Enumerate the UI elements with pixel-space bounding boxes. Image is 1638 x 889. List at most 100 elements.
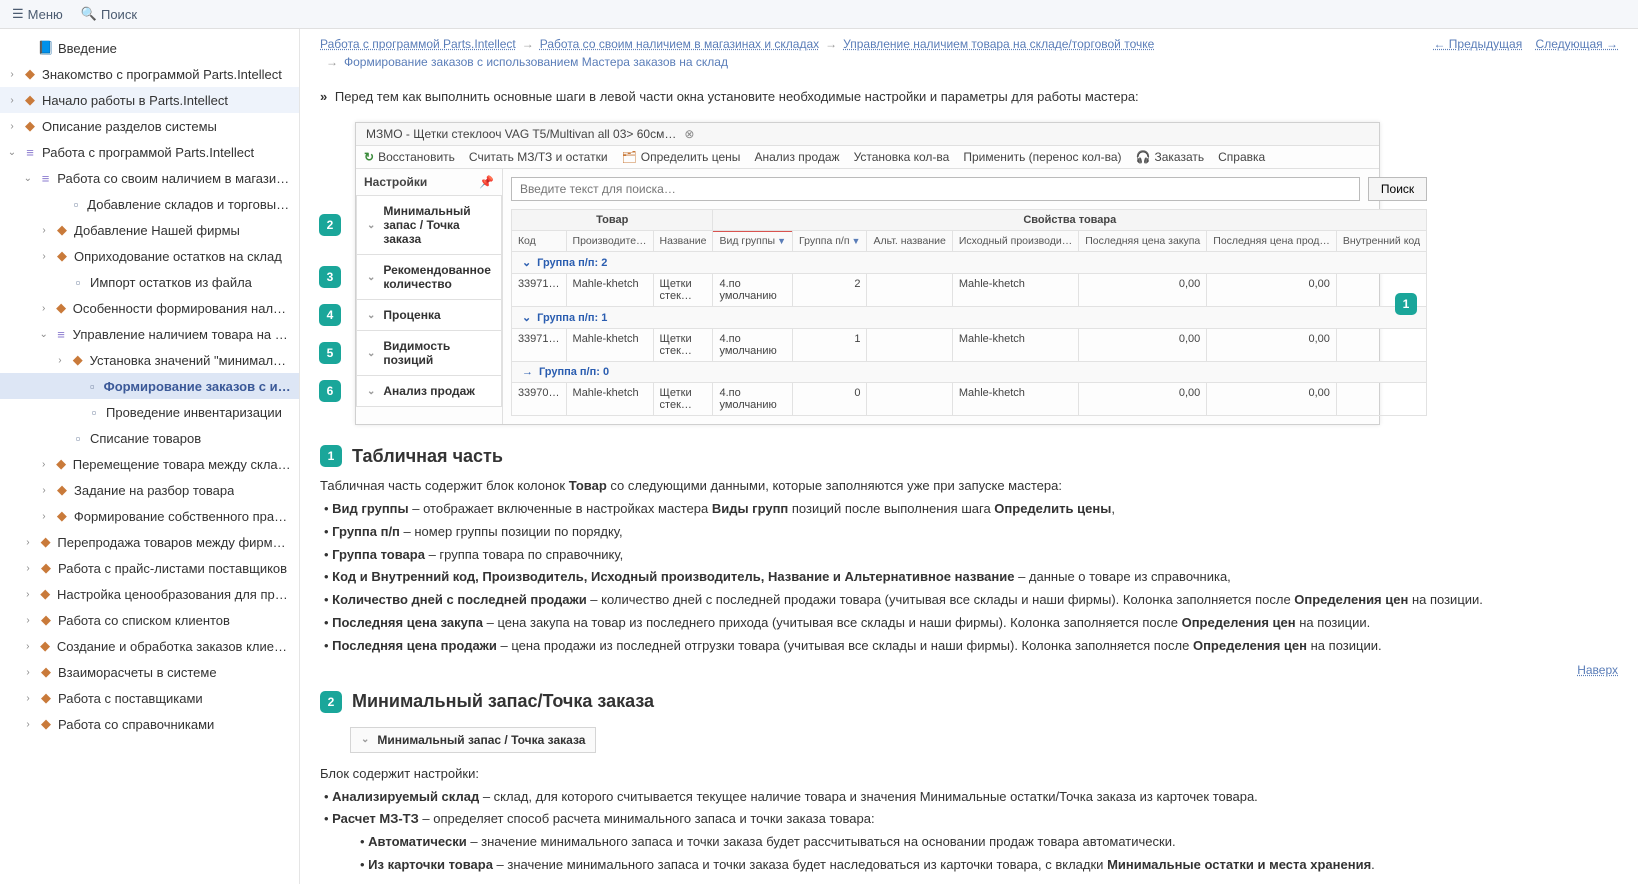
grid-data-row[interactable]: 33971…Mahle-khetchЩетки стек…4.по умолча… [511,274,1426,307]
grid-col-4[interactable]: Группа п/п▼ [793,231,867,252]
toolbar-3[interactable]: Анализ продаж [754,150,839,164]
sidebar-item-14[interactable]: ▫Проведение инвентаризации [0,399,299,425]
content-pane: Работа с программой Parts.Intellect → Рабо… [300,29,1638,884]
section-1-body: Табличная часть содержит блок колонок То… [320,477,1618,656]
layers-icon: ◆ [54,248,70,264]
expand-arrow-icon: › [54,355,66,366]
filter-icon[interactable]: ▼ [777,236,786,246]
toolbar-6[interactable]: 🎧Заказать [1136,150,1205,164]
toolbar-label: Считать МЗ/ТЗ и остатки [469,150,608,164]
breadcrumb-wrap: Работа с программой Parts.Intellect → Рабо… [320,37,1154,73]
accordion-item-3[interactable]: 5⌄Видимость позиций [356,330,502,376]
layers-icon: ◆ [54,482,70,498]
sidebar-item-13[interactable]: ▫Формирование заказов с испол [0,373,299,399]
grid-col-9[interactable]: Внутренний код [1336,231,1426,252]
sidebar-item-18[interactable]: ›◆Формирование собственного прайс- [0,503,299,529]
sidebar-item-2[interactable]: ›◆Начало работы в Parts.Intellect [0,87,299,113]
settings-header: Настройки 📌 [356,169,502,196]
chevron-down-icon: ⌄ [367,272,375,283]
search-button[interactable]: 🔍 Поиск [81,6,137,22]
sidebar-item-10[interactable]: ›◆Особенности формирования наличия [0,295,299,321]
grid-search-button[interactable]: Поиск [1368,177,1427,201]
accordion-item-0[interactable]: 2⌄Минимальный запас / Точка заказа [356,195,502,255]
sidebar-item-1[interactable]: ›◆Знакомство с программой Parts.Intellec… [0,61,299,87]
doc-icon: ▫ [70,274,86,290]
sidebar-item-16[interactable]: ›◆Перемещение товара между складам [0,451,299,477]
sidebar-item-5[interactable]: ⌄≡Работа со своим наличием в магазинах [0,165,299,191]
filter-icon[interactable]: ▼ [852,236,861,246]
sidebar-item-label: Работа со своим наличием в магазинах [57,171,291,186]
sidebar-item-11[interactable]: ⌄≡Управление наличием товара на скла [0,321,299,347]
section-2-body: Блок содержит настройки:• Анализируемый … [320,765,1618,884]
sidebar-item-0[interactable]: 📘Введение [0,35,299,61]
callout-badge-4: 4 [319,304,341,326]
sidebar-item-26[interactable]: ›◆Работа со справочниками [0,711,299,737]
grid-col-1[interactable]: Производите… [566,231,653,252]
grid-group-row[interactable]: ⌄Группа п/п: 1 [511,307,1426,329]
sidebar-item-9[interactable]: ▫ Импорт остатков из файла [0,269,299,295]
breadcrumb-link-0[interactable]: Работа с программой Parts.Intellect [320,37,516,51]
sidebar-item-3[interactable]: ›◆Описание разделов системы [0,113,299,139]
callout-badge-5: 5 [319,342,341,364]
layers-icon: ◆ [38,534,54,550]
sidebar-item-25[interactable]: ›◆Работа с поставщиками [0,685,299,711]
sidebar-item-6[interactable]: ▫Добавление складов и торговых точе [0,191,299,217]
sidebar-item-22[interactable]: ›◆Работа со списком клиентов [0,607,299,633]
toolbar-1[interactable]: Считать МЗ/ТЗ и остатки [469,150,608,164]
accordion-item-1[interactable]: 3⌄Рекомендованное количество [356,254,502,300]
grid-col-0[interactable]: Код [511,231,566,252]
sidebar-item-label: Импорт остатков из файла [90,275,252,290]
callout-badge-6: 6 [319,380,341,402]
expand-arrow-icon: › [38,225,50,236]
up-link[interactable]: Наверх [1577,663,1618,677]
sidebar-item-7[interactable]: ›◆Добавление Нашей фирмы [0,217,299,243]
toolbar-4[interactable]: Установка кол-ва [854,150,950,164]
toolbar-5[interactable]: Применить (перенос кол-ва) [963,150,1121,164]
toolbar-2[interactable]: 🗂Определить цены [622,150,741,164]
sidebar-item-4[interactable]: ⌄≡Работа с программой Parts.Intellect [0,139,299,165]
accordion-item-2[interactable]: 4⌄Проценка [356,299,502,331]
sidebar-item-15[interactable]: ▫Списание товаров [0,425,299,451]
grid-group-row[interactable]: →Группа п/п: 0 [511,362,1426,383]
sidebar-item-24[interactable]: ›◆Взаиморасчеты в системе [0,659,299,685]
grid-col-6[interactable]: Исходный производи… [952,231,1078,252]
breadcrumb-link-2[interactable]: Управление наличием товара на складе/тор… [843,37,1154,51]
grid-data-row[interactable]: 33970…Mahle-khetchЩетки стек…4.по умолча… [511,383,1426,416]
sidebar-item-label: Работа с поставщиками [58,691,203,706]
grid-col-8[interactable]: Последняя цена прод… [1207,231,1337,252]
layers-icon: ◆ [38,560,54,576]
toolbar-7[interactable]: Справка [1218,150,1265,164]
sidebar-item-23[interactable]: ›◆Создание и обработка заказов клиентов [0,633,299,659]
grid-search-input[interactable] [511,177,1360,201]
price-icon: 🗂 [622,150,637,164]
accordion-label: Видимость позиций [383,339,491,367]
grid-col-3[interactable]: Вид группы▼ [713,231,793,252]
accordion-label: Анализ продаж [383,384,474,398]
toolbar-0[interactable]: ↻Восстановить [364,150,455,164]
sidebar-item-21[interactable]: ›◆Настройка ценообразования для прайс- [0,581,299,607]
toolbar-label: Анализ продаж [754,150,839,164]
expand-arrow-icon: ⌄ [22,173,34,184]
menu-button[interactable]: ☰ Меню [12,6,63,22]
sidebar-item-label: Задание на разбор товара [74,483,234,498]
pin-icon[interactable]: 📌 [479,175,494,189]
sidebar-item-8[interactable]: ›◆Оприходование остатков на склад [0,243,299,269]
grid-group-row[interactable]: ⌄Группа п/п: 2 [511,252,1426,274]
mini-accordion[interactable]: ⌄ Минимальный запас / Точка заказа [350,727,596,753]
accordion-item-4[interactable]: 6⌄Анализ продаж [356,375,502,407]
grid-data-row[interactable]: 33971…Mahle-khetchЩетки стек…4.по умолча… [511,329,1426,362]
grid-col-5[interactable]: Альт. название [867,231,952,252]
sidebar-item-12[interactable]: ›◆Установка значений "минимально [0,347,299,373]
grid-col-7[interactable]: Последняя цена закупа [1079,231,1207,252]
prev-link[interactable]: ← Предыдущая [1433,37,1522,51]
close-icon[interactable]: ⊗ [684,127,694,141]
grid-col-2[interactable]: Название [653,231,713,252]
breadcrumb-link-1[interactable]: Работа со своим наличием в магазинах и с… [540,37,819,51]
chevron-right-icon: → [522,37,534,51]
sidebar-item-20[interactable]: ›◆Работа с прайс-листами поставщиков [0,555,299,581]
next-link[interactable]: Следующая → [1536,37,1618,51]
search-icon: 🔍 [81,6,97,22]
expand-arrow-icon: › [6,121,18,132]
sidebar-item-17[interactable]: ›◆Задание на разбор товара [0,477,299,503]
sidebar-item-19[interactable]: ›◆Перепродажа товаров между фирмами [0,529,299,555]
